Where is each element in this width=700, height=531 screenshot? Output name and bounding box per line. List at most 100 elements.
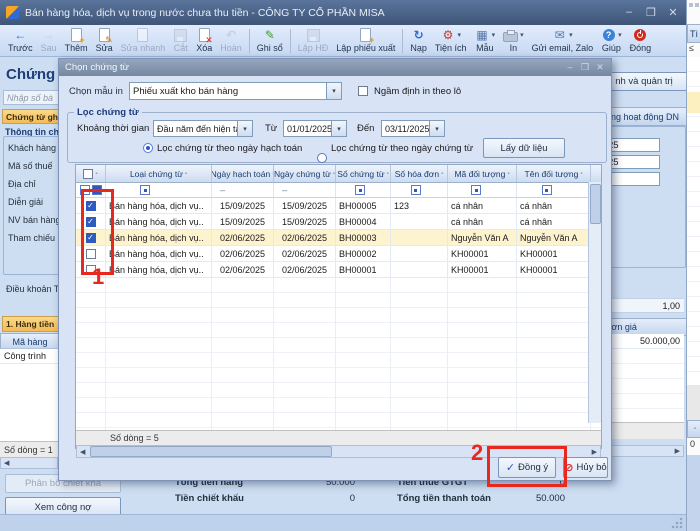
filter-icon[interactable] <box>411 185 421 195</box>
cell-document-type[interactable]: Bán hàng hóa, dịch vụ.. <box>106 246 212 261</box>
toolbar-send-email-button[interactable]: ✉▾Gửi email, Zalo <box>528 26 598 56</box>
cell-doc-date[interactable]: 02/06/2025 <box>274 246 336 261</box>
cell-doc-no[interactable]: BH00001 <box>336 262 391 277</box>
cell-posting-date[interactable]: 02/06/2025 <box>212 262 274 277</box>
hscrollbar-thumb[interactable] <box>90 446 332 457</box>
cell-posting-date[interactable]: 15/09/2025 <box>212 198 274 213</box>
cell-document-type[interactable]: Bán hàng hóa, dịch vụ.. <box>106 198 212 213</box>
radio-filter-by-posting-date[interactable] <box>143 143 153 153</box>
chevron-down-icon[interactable]: ▾ <box>492 31 496 39</box>
column-header-7[interactable]: Tên đối tượng▪ <box>517 165 591 182</box>
chevron-down-icon[interactable]: ▾ <box>331 121 346 136</box>
cell-partner-code[interactable]: cá nhân <box>448 214 517 229</box>
chevron-down-icon[interactable]: ▾ <box>237 121 252 136</box>
toolbar-reload-button[interactable]: ↻Nạp <box>406 26 431 56</box>
pin-icon[interactable]: ▪ <box>185 171 187 177</box>
window-close-button[interactable]: ✕ <box>666 6 680 19</box>
filter-cell-5[interactable] <box>391 183 448 197</box>
scroll-right-icon[interactable]: ▶ <box>675 447 680 455</box>
table-filter-row[interactable]: –– <box>76 183 601 198</box>
vscrollbar-thumb[interactable] <box>590 184 601 224</box>
dialog-minimize-button[interactable]: – <box>565 62 575 73</box>
pin-icon[interactable]: ▪ <box>507 171 509 177</box>
resize-grip[interactable] <box>671 517 683 529</box>
time-range-combobox[interactable]: Đầu năm đến hiện tại ▾ <box>153 120 253 137</box>
cell-document-type[interactable]: Bán hàng hóa, dịch vụ.. <box>106 214 212 229</box>
toolbar-help-button[interactable]: ?▾Giúp <box>597 26 626 56</box>
select-all-checkbox[interactable] <box>83 169 93 179</box>
toolbar-close-button[interactable]: Đóng <box>626 26 656 56</box>
cell-invoice-no[interactable] <box>391 246 448 261</box>
toolbar-make-delivery-note-button[interactable]: +Lập phiếu xuất <box>332 26 399 56</box>
cell-invoice-no[interactable]: 123 <box>391 198 448 213</box>
filter-cell-7[interactable] <box>517 183 591 197</box>
dialog-maximize-button[interactable]: ❒ <box>580 62 590 73</box>
table-row[interactable]: Bán hàng hóa, dịch vụ..02/06/202502/06/2… <box>76 246 601 262</box>
scroll-left-icon[interactable]: ◀ <box>4 459 9 467</box>
cancel-button[interactable]: ⊘ Hủy bỏ <box>563 457 608 478</box>
business-activity-header[interactable]: ng hoạt động DN <box>600 107 690 126</box>
table-vscrollbar[interactable] <box>588 182 601 423</box>
column-header-3[interactable]: Ngày chứng từ▪ <box>274 165 336 182</box>
right-grid-hscrollbar[interactable]: ▶ <box>600 445 684 457</box>
filter-cell-6[interactable] <box>448 183 517 197</box>
cell-partner-name[interactable]: cá nhân <box>517 214 591 229</box>
toolbar-templates-button[interactable]: ▦▾Mẫu <box>471 26 500 56</box>
cell-doc-no[interactable]: BH00004 <box>336 214 391 229</box>
toolbar-add-button[interactable]: +Thêm <box>61 26 92 56</box>
date-field-1[interactable]: 25 <box>604 138 660 152</box>
pin-icon[interactable]: ▪ <box>580 171 582 177</box>
filter-icon[interactable] <box>140 185 150 195</box>
from-date-picker[interactable]: 01/01/2025 ▾ <box>283 120 347 137</box>
cell-invoice-no[interactable] <box>391 262 448 277</box>
window-maximize-button[interactable]: ❒ <box>644 6 658 19</box>
cell-invoice-no[interactable] <box>391 214 448 229</box>
table-row[interactable]: ✓Bán hàng hóa, dịch vụ..15/09/202515/09/… <box>76 214 601 230</box>
chevron-down-icon[interactable]: ▾ <box>618 31 622 39</box>
scroll-right-icon[interactable]: ▶ <box>592 448 597 456</box>
column-header-2[interactable]: Ngày hạch toán▪ <box>212 165 274 182</box>
admin-mode-button[interactable]: nh và quản trị <box>600 72 688 91</box>
table-row[interactable]: Bán hàng hóa, dịch vụ..02/06/202502/06/2… <box>76 262 601 278</box>
toolbar-edit-button[interactable]: ✎Sửa <box>92 26 117 56</box>
cell-partner-name[interactable]: Nguyễn Văn A <box>517 230 591 245</box>
cell-posting-date[interactable]: 02/06/2025 <box>212 230 274 245</box>
radio-filter-by-document-date[interactable] <box>317 153 327 163</box>
pin-icon[interactable]: ▪ <box>333 171 335 177</box>
date-field-2[interactable]: 25 <box>604 155 660 169</box>
line-item-cell[interactable]: Công trình <box>0 349 58 364</box>
chevron-down-icon[interactable]: ▾ <box>326 83 341 99</box>
cell-partner-name[interactable]: KH00001 <box>517 246 591 261</box>
line-items-hscrollbar[interactable]: ◀ <box>0 457 58 469</box>
toolbar-post-button[interactable]: ✎Ghi sổ <box>253 26 287 56</box>
cell-doc-no[interactable]: BH00005 <box>336 198 391 213</box>
cell-posting-date[interactable]: 15/09/2025 <box>212 214 274 229</box>
filter-cell-4[interactable] <box>336 183 391 197</box>
cell-doc-no[interactable]: BH00003 <box>336 230 391 245</box>
toolbar-utilities-button[interactable]: ⚙▾Tiện ích <box>431 26 471 56</box>
cell-partner-code[interactable]: KH00001 <box>448 246 517 261</box>
cell-partner-name[interactable]: cá nhân <box>517 198 591 213</box>
cell-partner-code[interactable]: Nguyễn Văn A <box>448 230 517 245</box>
print-template-combobox[interactable]: Phiếu xuất kho bán hàng ▾ <box>129 82 342 100</box>
pin-icon[interactable]: ▪ <box>95 171 97 177</box>
cell-doc-no[interactable]: BH00002 <box>336 246 391 261</box>
cell-document-type[interactable]: Bán hàng hóa, dịch vụ.. <box>106 262 212 277</box>
default-print-by-lot-checkbox[interactable] <box>358 86 368 96</box>
cell-invoice-no[interactable] <box>391 230 448 245</box>
filter-cell-1[interactable] <box>106 183 212 197</box>
chevron-down-icon[interactable]: ▾ <box>457 31 461 39</box>
cell-document-type[interactable]: Bán hàng hóa, dịch vụ.. <box>106 230 212 245</box>
toolbar-delete-button[interactable]: ✕Xóa <box>192 26 216 56</box>
pin-icon[interactable]: ▪ <box>441 171 443 177</box>
text-field-3[interactable] <box>604 172 660 186</box>
cell-doc-date[interactable]: 15/09/2025 <box>274 198 336 213</box>
get-data-button[interactable]: Lấy dữ liệu <box>483 138 565 158</box>
cell-posting-date[interactable]: 02/06/2025 <box>212 246 274 261</box>
column-header-1[interactable]: Loại chứng từ▪ <box>106 165 212 182</box>
chevron-down-icon[interactable]: ▾ <box>569 31 573 39</box>
table-row[interactable]: ✓Bán hàng hóa, dịch vụ..15/09/202515/09/… <box>76 198 601 214</box>
table-row[interactable]: ✓Bán hàng hóa, dịch vụ..02/06/202502/06/… <box>76 230 601 246</box>
cell-partner-code[interactable]: cá nhân <box>448 198 517 213</box>
pin-icon[interactable]: ▪ <box>387 171 389 177</box>
